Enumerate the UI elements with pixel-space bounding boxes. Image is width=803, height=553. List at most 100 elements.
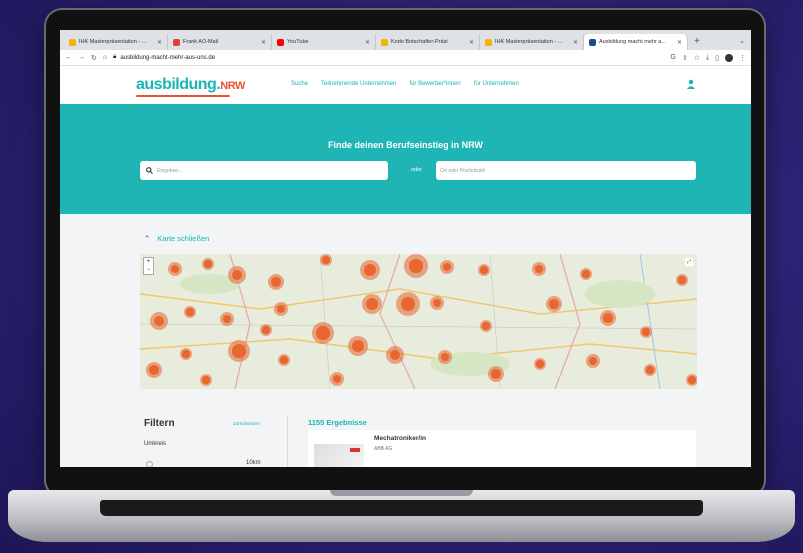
map-cluster[interactable]	[202, 258, 214, 270]
filter-reset-link[interactable]: Zurücksetzen	[233, 421, 260, 426]
close-tab-icon[interactable]: ✕	[573, 39, 578, 46]
share-icon[interactable]: ⇧	[682, 54, 688, 62]
nav-item-fuer-unternehmen[interactable]: für Unternehmen	[474, 81, 519, 87]
map-toggle[interactable]: ⌃ Karte schließen	[144, 234, 209, 243]
browser-tab[interactable]: Kodo Botschafter-Präsi ✕	[376, 34, 480, 50]
sidepanel-icon[interactable]: ▯	[715, 54, 719, 62]
results-count: 1155 Ergebnisse	[308, 418, 367, 427]
map-cluster[interactable]	[180, 348, 192, 360]
map-cluster[interactable]	[260, 324, 272, 336]
site-logo[interactable]: ausbildung.NRW	[136, 76, 245, 94]
map-cluster[interactable]	[600, 310, 616, 326]
map-cluster[interactable]	[200, 374, 212, 386]
map-cluster[interactable]	[330, 372, 344, 386]
browser-tab[interactable]: IHK Masterpräsentation - ... ✕	[480, 34, 584, 50]
map-toggle-label: Karte schließen	[157, 234, 210, 243]
close-tab-icon[interactable]: ✕	[365, 39, 370, 46]
map-cluster[interactable]	[546, 296, 562, 312]
filter-heading: Filtern	[144, 418, 175, 429]
map-cluster[interactable]	[228, 340, 250, 362]
map-cluster[interactable]	[360, 260, 380, 280]
new-tab-button[interactable]: +	[688, 34, 706, 50]
map-cluster[interactable]	[320, 254, 332, 266]
user-account-icon[interactable]	[686, 79, 696, 89]
forward-icon[interactable]: →	[78, 54, 85, 61]
close-tab-icon[interactable]: ✕	[157, 39, 162, 46]
map-cluster[interactable]	[278, 354, 290, 366]
map-cluster[interactable]	[686, 374, 697, 386]
menu-dots-icon[interactable]: ⋮	[739, 54, 746, 62]
laptop-keyboard-slot	[100, 500, 703, 516]
map-cluster[interactable]	[274, 302, 288, 316]
browser-toolbar: ← → ↻ ⌂ 🔒︎ ausbildung-macht-mehr-aus-uns…	[60, 50, 751, 66]
home-icon[interactable]: ⌂	[103, 54, 107, 61]
radius-radio[interactable]	[146, 461, 153, 467]
browser-tab-active[interactable]: Ausbildung macht mehr a... ✕	[584, 34, 688, 50]
map-cluster[interactable]	[586, 354, 600, 368]
result-card[interactable]: Mechatroniker/in ABB AG	[308, 430, 696, 467]
close-tab-icon[interactable]: ✕	[677, 39, 682, 46]
back-icon[interactable]: ←	[65, 54, 72, 61]
url-text: ausbildung-macht-mehr-aus-uns.de	[120, 54, 216, 61]
address-bar[interactable]: 🔒︎ ausbildung-macht-mehr-aus-uns.de	[113, 54, 664, 61]
map-cluster[interactable]	[386, 346, 404, 364]
search-input[interactable]: Eingeben...	[140, 161, 388, 180]
translate-icon[interactable]: G	[670, 54, 675, 61]
map-cluster[interactable]	[220, 312, 234, 326]
map-cluster[interactable]	[532, 262, 546, 276]
map-cluster[interactable]	[438, 350, 452, 364]
map-cluster[interactable]	[146, 362, 162, 378]
tab-search-button[interactable]: ⌄	[733, 34, 751, 50]
map-cluster[interactable]	[228, 266, 246, 284]
map-cluster[interactable]	[268, 274, 284, 290]
zoom-in-button[interactable]: +	[144, 258, 153, 266]
close-tab-icon[interactable]: ✕	[261, 39, 266, 46]
map-cluster[interactable]	[348, 336, 368, 356]
site-header: ausbildung.NRW Suche Teilnehmende Untern…	[60, 66, 751, 104]
result-title: Mechatroniker/in	[374, 435, 427, 442]
map-cluster[interactable]	[362, 294, 382, 314]
map-cluster[interactable]	[676, 274, 688, 286]
tab-title: Ausbildung macht mehr a...	[599, 39, 666, 45]
hero-title: Finde deinen Berufseinstieg in NRW	[328, 140, 483, 150]
map-cluster[interactable]	[644, 364, 656, 376]
map-cluster[interactable]	[184, 306, 196, 318]
nav-item-suche[interactable]: Suche	[291, 81, 308, 87]
browser-tab[interactable]: IHK Masterpräsentation - ... ✕	[64, 34, 168, 50]
browser-tab[interactable]: Frank AO-Mail ✕	[168, 34, 272, 50]
download-icon[interactable]: ⤓	[706, 54, 709, 62]
map-cluster[interactable]	[440, 260, 454, 274]
map-cluster[interactable]	[478, 264, 490, 276]
browser-tab[interactable]: YouTube ✕	[272, 34, 376, 50]
zoom-out-button[interactable]: −	[144, 266, 153, 274]
map-cluster[interactable]	[640, 326, 652, 338]
map-view[interactable]: + − ⤢	[140, 254, 697, 389]
map-cluster[interactable]	[534, 358, 546, 370]
nav-item-unternehmen[interactable]: Teilnehmende Unternehmen	[321, 81, 396, 87]
map-cluster[interactable]	[480, 320, 492, 332]
fullscreen-icon[interactable]: ⤢	[685, 258, 693, 266]
tab-title: Kodo Botschafter-Präsi	[391, 39, 448, 45]
slides-favicon-icon	[485, 38, 492, 46]
lock-icon: 🔒︎	[113, 54, 117, 60]
map-cluster[interactable]	[404, 254, 428, 278]
map-zoom-control: + −	[143, 257, 154, 275]
location-input[interactable]: Ort oder Postleitzahl	[436, 161, 696, 180]
map-cluster[interactable]	[488, 366, 504, 382]
map-cluster[interactable]	[168, 262, 182, 276]
reload-icon[interactable]: ↻	[91, 54, 97, 62]
profile-avatar[interactable]	[725, 53, 733, 62]
tab-title: YouTube	[287, 39, 309, 45]
map-cluster[interactable]	[150, 312, 168, 330]
map-cluster[interactable]	[430, 296, 444, 310]
browser-tab-bar: IHK Masterpräsentation - ... ✕ Frank AO-…	[60, 30, 751, 50]
map-cluster[interactable]	[396, 292, 420, 316]
bookmark-star-icon[interactable]: ☆	[694, 54, 700, 62]
map-cluster[interactable]	[312, 322, 334, 344]
tab-title: IHK Masterpräsentation - ...	[495, 39, 563, 45]
laptop-base	[8, 490, 795, 542]
nav-item-bewerber[interactable]: für Bewerber*innen	[409, 81, 460, 87]
map-cluster[interactable]	[580, 268, 592, 280]
result-company: ABB AG	[374, 446, 393, 452]
close-tab-icon[interactable]: ✕	[469, 39, 474, 46]
